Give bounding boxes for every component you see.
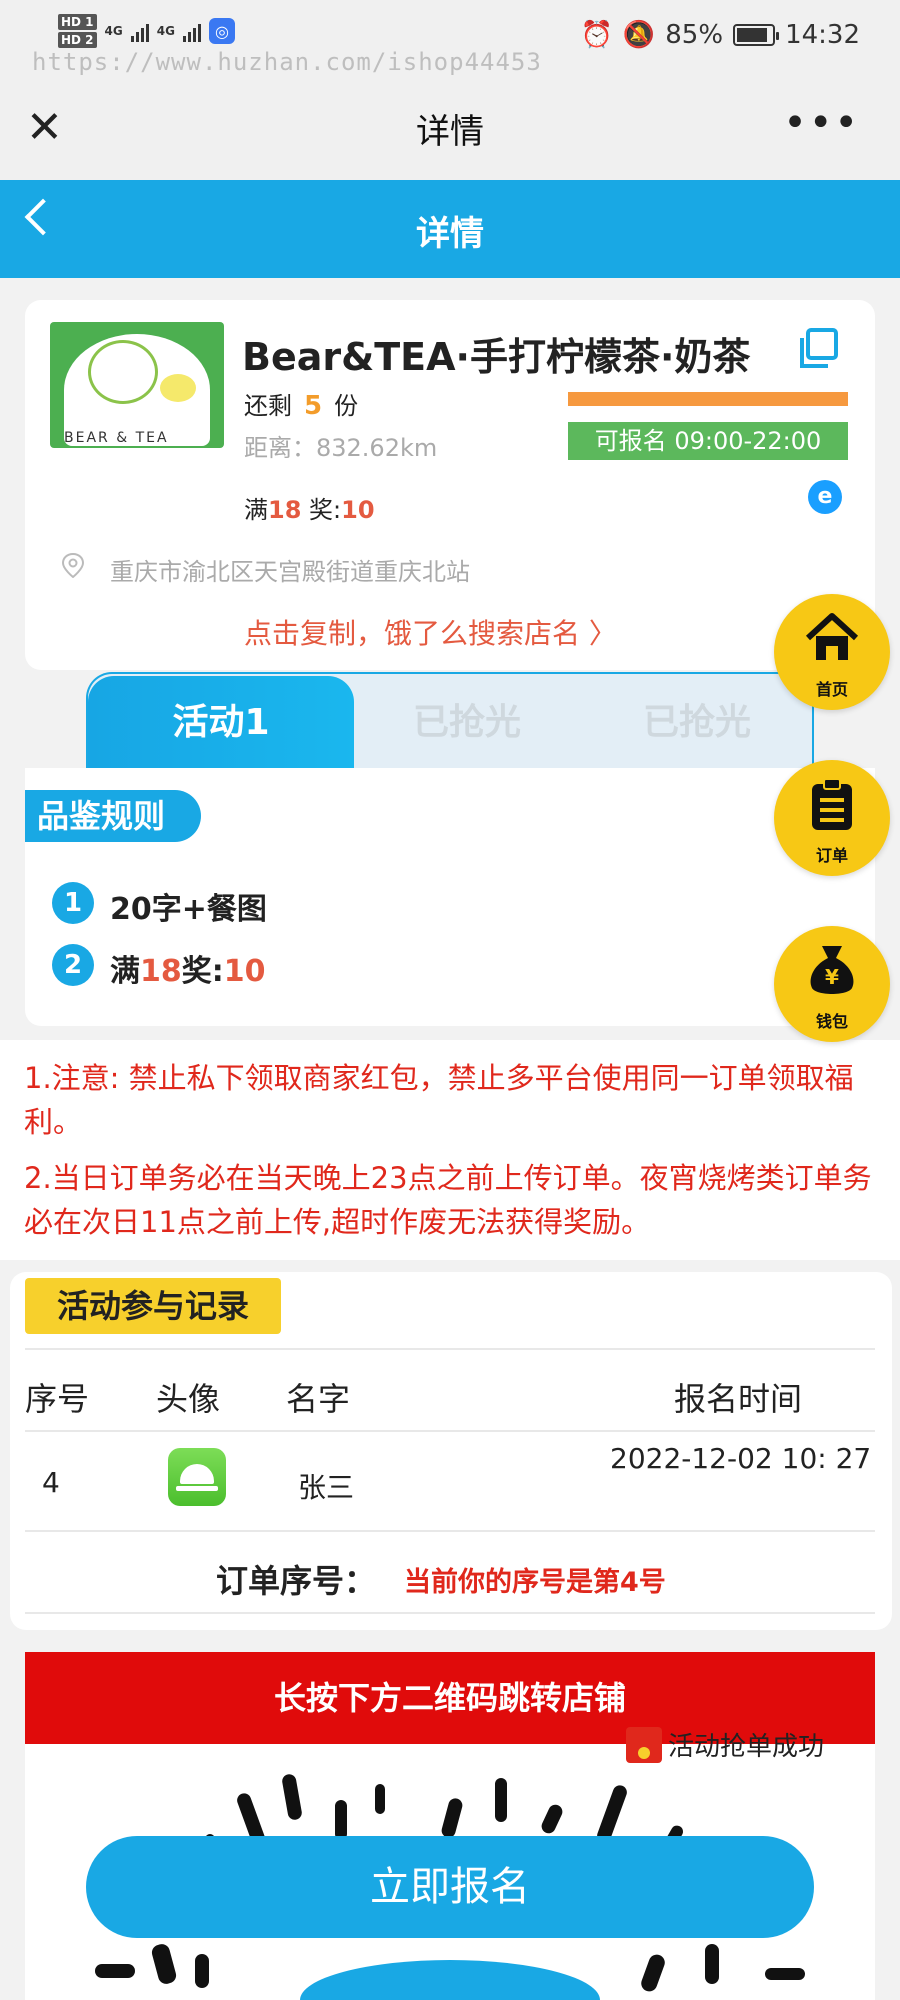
rule-text-2: 满18奖:10: [110, 946, 266, 990]
store-address: 重庆市渝北区天宫殿街道重庆北站: [110, 558, 470, 586]
clipboard-icon: [812, 778, 852, 830]
alarm-icon: ⏰: [580, 20, 613, 50]
mute-bell-icon: 🔕: [622, 20, 656, 50]
more-options-icon[interactable]: •••: [783, 100, 860, 146]
status-bar-right: ⏰ 🔕 85% 14:32: [581, 20, 860, 50]
fab-home-label: 首页: [815, 680, 848, 699]
column-header-time: 报名时间: [674, 1380, 803, 1418]
reward-prize-label: 奖:: [301, 496, 342, 524]
copy-store-name-link[interactable]: 点击复制，饿了么搜索店名 〉: [244, 612, 617, 652]
store-name: Bear&TEA·手打柠檬茶·奶茶: [242, 335, 751, 379]
avatar: [168, 1448, 226, 1506]
reward-prize-value: 10: [341, 496, 375, 524]
battery-percent: 85%: [665, 20, 724, 50]
app-notification-icon: ◎: [208, 18, 235, 44]
store-logo: BEAR & TEA: [50, 322, 224, 448]
tab-sold-out-2[interactable]: 已抢光: [592, 676, 802, 770]
column-header-index: 序号: [25, 1380, 90, 1418]
notice-line-2: 2.当日订单务必在当天晚上23点之前上传订单。夜宵烧烤类订单务必在次日11点之前…: [24, 1161, 872, 1239]
eleme-platform-icon: e: [808, 480, 842, 514]
distance-text: 距离：832.62km: [244, 434, 438, 462]
signal-2-icon: [182, 20, 201, 42]
row-index: 4: [42, 1466, 60, 1499]
divider: [25, 1530, 875, 1532]
reward-full-value: 18: [268, 496, 302, 524]
signup-hours-badge: 可报名 09:00-22:00: [568, 422, 848, 460]
location-pin-icon: [61, 552, 85, 578]
page-title: 详情: [416, 214, 484, 254]
rules-title: 品鉴规则: [25, 790, 201, 842]
divider: [25, 1430, 875, 1432]
reward-text: 满18 奖:10: [244, 490, 375, 525]
watermark-text: https://www.huzhan.com/ishop44453: [32, 48, 542, 76]
wechat-title: 详情: [416, 112, 484, 152]
orange-divider-bar: [568, 392, 848, 406]
row-name: 张三: [298, 1471, 355, 1504]
remaining-number: 5: [304, 391, 323, 421]
signal-1-icon: [130, 20, 149, 42]
network-1-label: 4G: [104, 24, 123, 38]
floating-home-button[interactable]: 首页: [774, 594, 890, 710]
signup-button[interactable]: 立即报名: [86, 1836, 814, 1938]
service-bell-icon: [180, 1464, 214, 1484]
lemon-logo-icon: [160, 374, 196, 402]
svg-text:¥: ¥: [825, 965, 839, 989]
red-envelope-icon: [626, 1726, 662, 1763]
order-number-value: 当前你的序号是第4号: [404, 1567, 666, 1598]
clock: 14:32: [785, 20, 860, 50]
divider: [25, 1612, 875, 1614]
tab-sold-out-1[interactable]: 已抢光: [362, 676, 572, 770]
rule-number-2: 2: [52, 944, 94, 986]
rule-number-1: 1: [52, 882, 94, 924]
floating-orders-button[interactable]: 订单: [774, 760, 890, 876]
floating-wallet-button[interactable]: ¥ 钱包: [774, 926, 890, 1042]
notice-line-1: 1.注意: 禁止私下领取商家红包，禁止多平台使用同一订单领取福利。: [24, 1061, 854, 1139]
sim2-badge: HD 2: [58, 32, 97, 48]
network-2-label: 4G: [156, 24, 175, 38]
divider: [25, 1348, 875, 1350]
bear-logo-icon: [88, 340, 158, 404]
battery-icon: [733, 24, 780, 46]
reward-full-label: 满: [244, 496, 268, 524]
sim1-badge: HD 1: [58, 14, 97, 30]
rule-text-1: 20字+餐图: [110, 892, 267, 927]
remaining-count: 还剩 5 份: [244, 386, 358, 421]
column-header-avatar: 头像: [156, 1380, 221, 1418]
records-title: 活动参与记录: [25, 1278, 281, 1334]
logo-text: BEAR & TEA: [64, 430, 169, 446]
rule-2-middle: 奖:: [181, 954, 224, 989]
column-header-name: 名字: [286, 1380, 351, 1418]
order-number-label: 订单序号：: [216, 1562, 377, 1600]
fab-orders-label: 订单: [815, 846, 848, 865]
remaining-prefix: 还剩: [244, 392, 292, 420]
rule-2-full: 18: [140, 954, 182, 989]
status-bar-left: HD 1 HD 2 4G 4G ◎: [58, 14, 235, 48]
tab-activity-1[interactable]: 活动1: [88, 676, 354, 770]
fab-wallet-label: 钱包: [815, 1012, 848, 1031]
toast-text: 活动抢单成功: [668, 1732, 825, 1762]
rule-2-prize: 10: [223, 954, 266, 989]
success-toast: 活动抢单成功: [626, 1726, 824, 1763]
home-icon: [805, 613, 859, 660]
remaining-unit: 份: [334, 392, 359, 420]
row-time: 2022-12-02 10: 27: [610, 1442, 872, 1475]
copy-icon[interactable]: [796, 326, 840, 370]
money-bag-icon: ¥: [810, 946, 854, 994]
rule-2-prefix: 满: [110, 954, 140, 989]
